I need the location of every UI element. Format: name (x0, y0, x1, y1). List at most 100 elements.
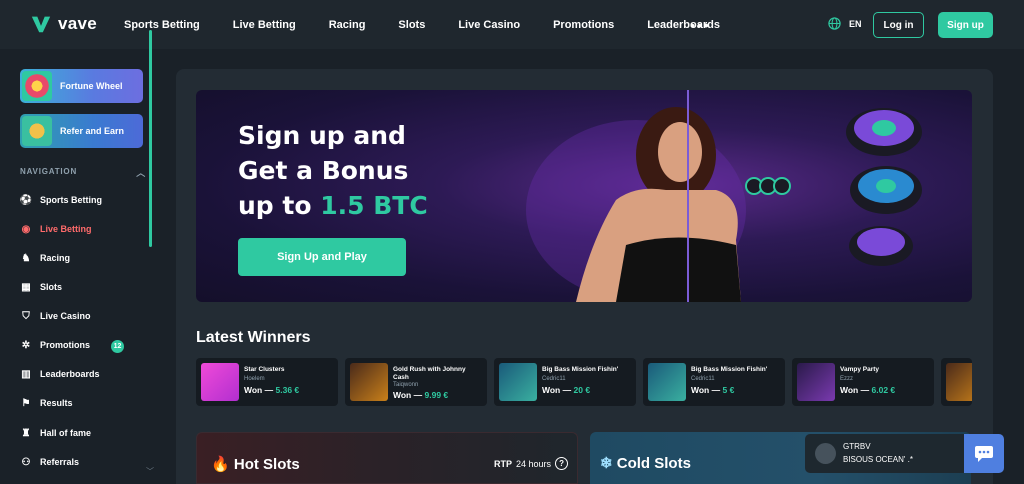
live-signal-icon: ◉ (21, 223, 31, 235)
winner-amount: Won — 9.99 € (393, 390, 449, 400)
sidebar-item-promotions[interactable]: ✲ Promotions (20, 339, 90, 351)
cold-slots-label: Cold Slots (616, 455, 691, 472)
coin-icon (745, 108, 922, 266)
logo[interactable]: vave (30, 13, 97, 35)
hero-line-2: Get a Bonus (238, 156, 409, 185)
winner-game: Big Bass Mission Fishin' (691, 366, 768, 373)
nav-slots[interactable]: Slots (398, 19, 425, 31)
winner-user: Cedric11 (691, 376, 715, 382)
winner-card[interactable]: Big Bass Mission Fishin' Cedric11 Won — … (494, 358, 636, 406)
winner-user: Hoelem (244, 376, 265, 382)
winner-game: Gold Rush with Johnny Cash (393, 366, 466, 381)
winner-game: Big Bass Mission Fishin' (542, 366, 619, 373)
fortune-wheel-label: Fortune Wheel (60, 81, 123, 91)
rtp-period: 24 hours (516, 458, 552, 469)
refer-icon (22, 116, 52, 146)
nav-racing[interactable]: Racing (329, 19, 366, 31)
wheel-icon (22, 71, 52, 101)
chevron-down-icon[interactable]: ﹀ (146, 466, 154, 477)
latest-winners-title: Latest Winners (196, 329, 311, 346)
chat-message: BISOUS OCEAN' .* (843, 455, 913, 464)
hero-line-3-prefix: up to (238, 191, 321, 220)
referrals-icon: ⚇ (21, 456, 31, 468)
language-label: EN (849, 18, 862, 29)
sidebar-item-racing[interactable]: ♞ Racing (20, 252, 71, 264)
snowflake-icon: ❄ (600, 455, 613, 472)
winner-game: Vampy Party (840, 366, 880, 373)
login-button[interactable]: Log in (873, 12, 924, 38)
winner-card[interactable] (941, 358, 972, 406)
sidebar-item-slots[interactable]: ▦ Slots (20, 281, 62, 293)
winner-card[interactable]: Star Clusters Hoelem Won — 5.36 € (196, 358, 338, 406)
winner-amount: Won — 5.36 € (244, 385, 300, 395)
chat-sender: GTRBV (843, 442, 871, 451)
game-thumbnail (797, 363, 835, 401)
chevron-up-icon[interactable]: ︿ (136, 166, 146, 179)
sidebar-item-label: Racing (40, 253, 71, 263)
promotions-icon: ✲ (21, 339, 31, 351)
hot-slots-label: Hot Slots (233, 456, 300, 473)
sidebar-item-label: Live Betting (40, 224, 92, 234)
main-nav: Sports Betting Live Betting Racing Slots… (124, 0, 753, 49)
cold-slots-title: ❄ Cold Slots (600, 454, 691, 472)
hero-bonus-amount: 1.5 BTC (320, 191, 428, 220)
chat-bubble-icon (975, 445, 993, 462)
game-thumbnail (350, 363, 388, 401)
hero-banner[interactable]: Sign up and Get a Bonus up to 1.5 BTC Si… (196, 90, 972, 302)
sidebar-item-referrals[interactable]: ⚇ Referrals (20, 456, 80, 468)
hero-title: Sign up and Get a Bonus up to 1.5 BTC (238, 118, 498, 223)
leaderboard-icon: ▥ (21, 368, 31, 380)
promotions-count-badge: 12 (111, 340, 124, 353)
fortune-wheel-card[interactable]: Fortune Wheel (20, 69, 143, 103)
sidebar-item-label: Leaderboards (40, 369, 100, 379)
winner-amount: Won — 6.02 € (840, 385, 896, 395)
winner-card[interactable]: Big Bass Mission Fishin' Cedric11 Won — … (643, 358, 785, 406)
sidebar-item-label: Sports Betting (40, 195, 102, 205)
hero-divider (687, 90, 689, 302)
signup-and-play-button[interactable]: Sign Up and Play (238, 238, 406, 276)
horse-icon: ♞ (21, 252, 31, 264)
winner-game: Star Clusters (244, 366, 285, 373)
help-icon[interactable]: ? (555, 457, 569, 470)
refer-earn-label: Refer and Earn (60, 126, 125, 136)
winner-card[interactable]: Vampy Party Ezzz Won — 6.02 € (792, 358, 934, 406)
nav-promotions[interactable]: Promotions (553, 19, 614, 31)
sidebar-item-label: Referrals (40, 457, 80, 467)
game-thumbnail (648, 363, 686, 401)
latest-winners-list: Star Clusters Hoelem Won — 5.36 € Gold R… (196, 358, 972, 406)
sidebar-item-label: Live Casino (40, 311, 91, 321)
trophy-icon: ♜ (21, 427, 31, 439)
winner-amount: Won — 5 € (691, 385, 735, 395)
language-selector[interactable]: EN (828, 17, 862, 30)
sidebar-item-label: Promotions (40, 340, 91, 350)
soccer-ball-icon: ⚽ (19, 194, 33, 206)
navigation-heading-label: NAVIGATION (20, 167, 78, 176)
chat-button[interactable] (964, 434, 1004, 473)
winner-card[interactable]: Gold Rush with Johnny Cash Taiqwonn Won … (345, 358, 487, 406)
top-navbar: vave Sports Betting Live Betting Racing … (0, 0, 1024, 49)
sidebar-item-live-betting[interactable]: ◉ Live Betting (20, 223, 92, 235)
sidebar-item-live-casino[interactable]: ⛉ Live Casino (20, 310, 91, 322)
refer-earn-card[interactable]: Refer and Earn (20, 114, 143, 148)
game-thumbnail (201, 363, 239, 401)
vave-logo-icon (31, 16, 51, 33)
winner-user: Taiqwonn (393, 382, 419, 388)
winner-user: Ezzz (840, 376, 854, 382)
sidebar-item-hall-of-fame[interactable]: ♜ Hall of fame (20, 427, 92, 439)
sidebar-scrollbar[interactable] (149, 30, 152, 247)
signup-button[interactable]: Sign up (938, 12, 993, 38)
sidebar-item-sports-betting[interactable]: ⚽ Sports Betting (20, 194, 102, 206)
more-menu-icon[interactable]: ••• (690, 17, 711, 33)
sidebar-item-results[interactable]: ⚑ Results (20, 397, 73, 409)
hero-line-3: up to 1.5 BTC (238, 188, 498, 223)
fire-icon: 🔥 (211, 456, 230, 473)
hot-slots-title: 🔥 Hot Slots (211, 455, 300, 473)
nav-live-betting[interactable]: Live Betting (233, 19, 296, 31)
navigation-heading: NAVIGATION ︿ (20, 166, 146, 179)
nav-sports-betting[interactable]: Sports Betting (124, 19, 200, 31)
chat-preview[interactable]: GTRBV BISOUS OCEAN' .* (805, 434, 964, 473)
nav-live-casino[interactable]: Live Casino (458, 19, 520, 31)
sidebar-item-leaderboards[interactable]: ▥ Leaderboards (20, 368, 100, 380)
hot-slots-panel: 🔥 Hot Slots RTP 24 hours ? (196, 432, 578, 484)
winner-amount: Won — 20 € (542, 385, 591, 395)
